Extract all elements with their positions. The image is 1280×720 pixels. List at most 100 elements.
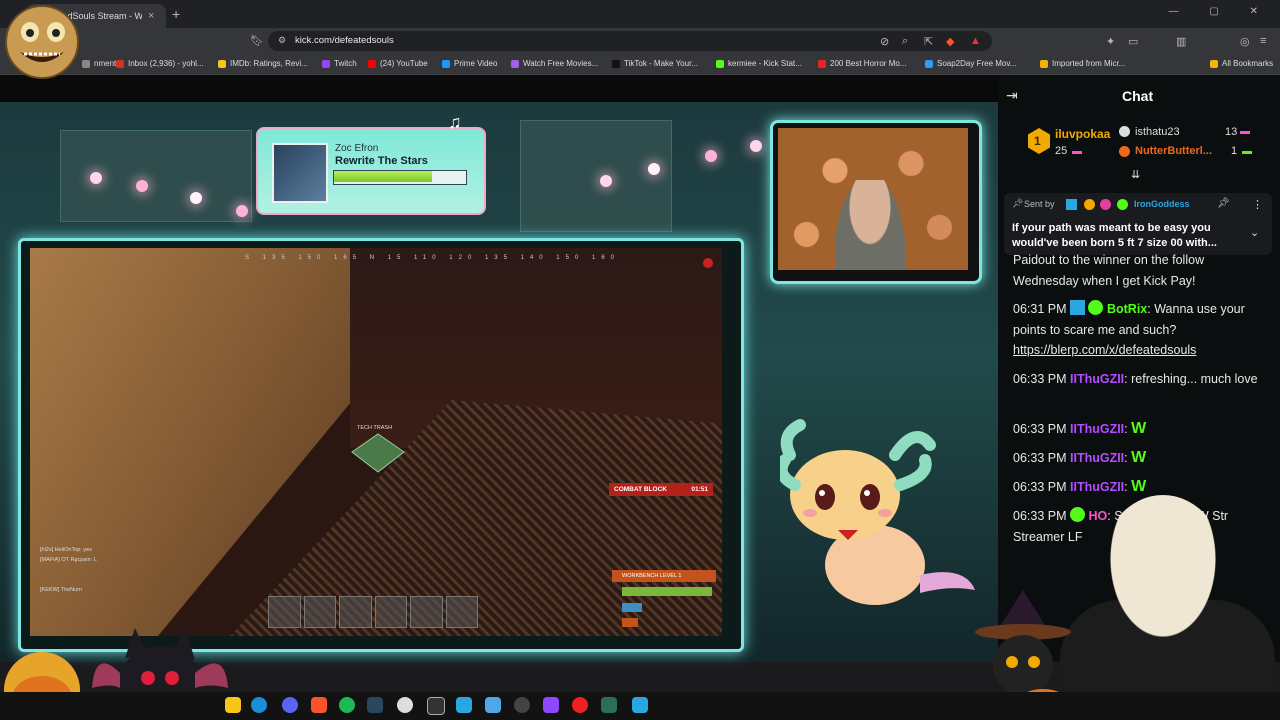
message-text: refreshing... much love [1131,372,1258,386]
settings-icon[interactable] [514,697,530,713]
streamer-figure [835,180,905,270]
message-user[interactable]: IIThuGZII [1070,422,1124,436]
bookmark-label: IMDb: Ratings, Revi... [230,59,308,68]
hockey-mask-character [1098,495,1228,655]
gifter-rank-number: 1 [1034,134,1041,148]
message-link[interactable]: https://blerp.com/x/defeatedsouls [1013,343,1196,357]
window-controls[interactable]: — ▢ ✕ [1169,6,1272,17]
bookmark-item[interactable]: Imported from Micr... [1040,59,1125,68]
hotbar-slot [445,596,478,628]
bookmark-favicon-icon [1210,59,1218,68]
brave-icon[interactable] [311,697,327,713]
workbench-banner: WORKBENCH LEVEL 1 [612,570,716,582]
gift-icon: ▬ [1072,146,1082,157]
bookmark-favicon-icon [612,59,620,68]
pinned-text: If your path was meant to be easy you wo… [1012,222,1217,249]
bookmark-item[interactable]: Twitch [322,59,357,68]
tab-manager-icon[interactable]: ▥ [1176,35,1186,48]
spotify-icon[interactable] [339,697,355,713]
edge-icon[interactable] [251,697,267,713]
message-user[interactable]: HO [1088,509,1107,523]
epic-games-icon[interactable] [427,697,445,715]
app-icon[interactable] [601,697,617,713]
string-light [236,205,248,217]
chat-message: 06:33 PM IIThuGZII: W [1013,478,1147,495]
w-emote: W [1131,420,1147,437]
gifter-badge-icon [1119,146,1130,157]
file-explorer-icon[interactable] [225,697,241,713]
gift-icon: ▬ [1242,146,1252,157]
chrome-icon[interactable] [397,697,413,713]
message-user[interactable]: IIThuGZII [1070,480,1124,494]
bookmark-item[interactable]: IMDb: Ratings, Revi... [218,59,308,68]
bookmark-item[interactable]: Watch Free Movies... [511,59,598,68]
bookmark-favicon-icon [818,59,826,68]
bookmark-item[interactable]: Soap2Day Free Mov... [925,59,1016,68]
message-user[interactable]: IIThuGZII [1070,451,1124,465]
bookmark-label: nment [94,59,117,68]
obs-record-icon[interactable] [572,697,588,713]
sidebar-icon[interactable]: ▭ [1128,35,1138,48]
gifter-count: 13 [1225,126,1238,138]
steam-icon[interactable] [367,697,383,713]
bookmark-label: 200 Best Horror Mo... [830,59,907,68]
bookmark-favicon-icon [368,59,376,68]
combat-block-label: COMBAT BLOCK [614,486,667,493]
zoom-icon[interactable]: ⌕ [902,35,908,48]
top-gifter-name[interactable]: iluvpokaa [1055,127,1110,141]
no-camera-icon[interactable]: ⊘ [880,35,889,48]
top-gifter-count: 25 [1055,145,1068,157]
twitch-icon[interactable] [543,697,559,713]
chevron-down-icon[interactable]: ⌄ [1250,226,1259,239]
message-time: 06:33 PM [1013,509,1067,523]
message-time: 06:31 PM [1013,302,1067,316]
photos-icon[interactable] [632,697,648,713]
bookmark-item[interactable]: kermiee - Kick Stat... [716,59,802,68]
bookmark-item[interactable]: nment [82,59,116,68]
bookmark-item[interactable]: All Bookmarks [1210,59,1273,68]
brave-rewards-icon[interactable]: ▲ [970,35,981,47]
chat-message: 06:33 PM IIThuGZII: W [1013,449,1147,466]
discord-icon[interactable] [282,697,298,713]
chat-message: 06:33 PM IIThuGZII: W [1013,420,1147,437]
share-icon[interactable]: ⇱ [924,35,933,48]
new-tab-button[interactable]: + [172,6,180,22]
bookmark-favicon-icon [82,59,90,68]
now-playing-song: Rewrite The Stars [335,155,428,167]
bookmark-favicon-icon [442,59,450,68]
bookmark-star-icon[interactable]: 🔖︎ [250,34,264,47]
bookmark-item[interactable]: TikTok - Make Your... [612,59,698,68]
gifter-name[interactable]: NutterButterl... [1135,145,1212,157]
extensions-icon[interactable]: ✦ [1106,35,1115,48]
verified-icon [1117,199,1128,210]
food-bar [622,618,638,627]
bookmark-item[interactable]: (24) YouTube [368,59,428,68]
brave-shield-icon[interactable]: ◆ [946,35,954,48]
string-light [90,172,102,184]
expand-gifters-icon[interactable]: ⇊ [1131,168,1140,181]
notes-icon[interactable] [456,697,472,713]
message-time: 06:33 PM [1013,422,1067,436]
unpin-icon[interactable]: 📌︎ [1217,198,1230,209]
bookmark-item[interactable]: Prime Video [442,59,497,68]
message-user[interactable]: BotRix [1107,302,1147,316]
bookmark-item[interactable]: 200 Best Horror Mo... [818,59,906,68]
message-text: Paidout to the winner on the follow Wedn… [1013,253,1205,288]
game-chat-line: [MAFIA] OT Rgcpain: L [40,557,97,563]
hotbar-slot [339,596,372,628]
string-light [600,175,612,187]
pinned-sender[interactable]: IronGoddess [1134,199,1190,209]
more-options-icon[interactable]: ⋮ [1252,198,1263,211]
badge-icon [1084,199,1095,210]
bookmark-item[interactable]: Inbox (2,936) - yohl... [116,59,204,68]
site-info-icon[interactable]: ⚙︎ [278,35,286,46]
vpn-icon[interactable]: ◎ [1240,35,1250,48]
bookmark-favicon-icon [322,59,330,68]
collapse-chat-icon[interactable]: ⇥ [1006,87,1018,104]
menu-icon[interactable]: ≡ [1260,35,1266,47]
close-icon[interactable]: × [148,10,154,22]
bookmark-favicon-icon [218,59,226,68]
calculator-icon[interactable] [485,697,501,713]
message-user[interactable]: IIThuGZII [1070,372,1124,386]
gifter-name[interactable]: isthatu23 [1135,126,1180,138]
